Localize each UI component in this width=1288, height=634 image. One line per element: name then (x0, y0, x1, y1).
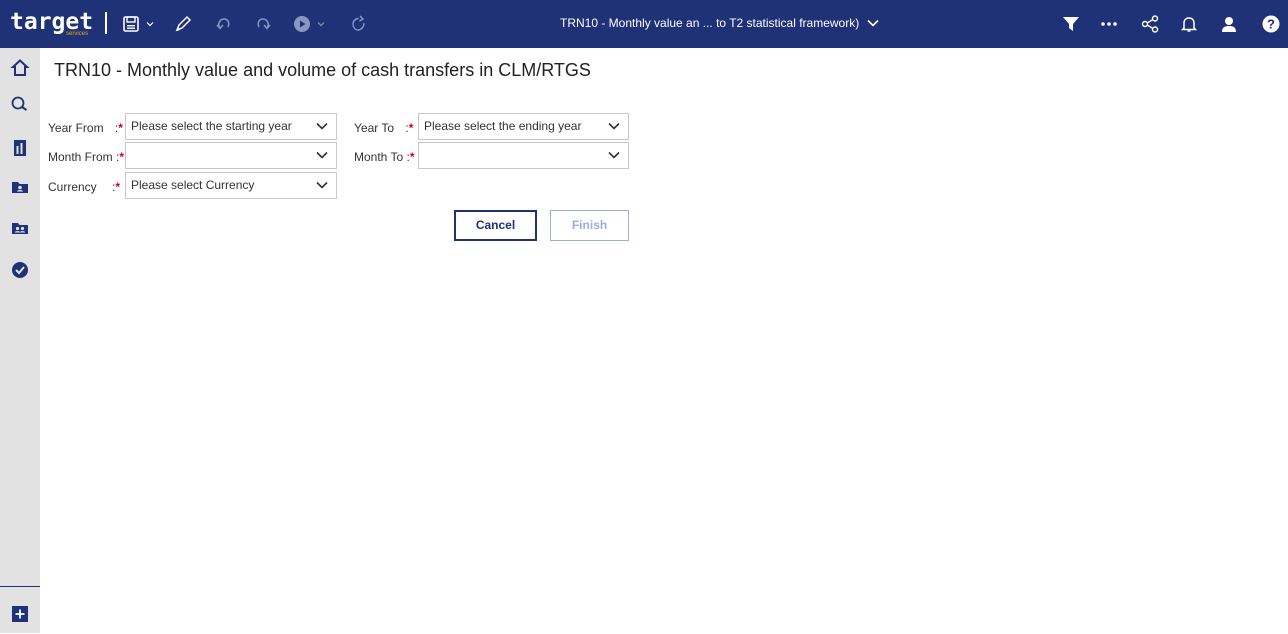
chevron-down-icon (867, 19, 879, 27)
month-to-label: Month To :* (354, 150, 414, 164)
month-to-label-text: Month To : (354, 150, 410, 164)
chevron-down-icon (608, 122, 620, 130)
save-icon[interactable] (122, 12, 140, 36)
required-mark: * (408, 121, 414, 135)
year-from-label: Year From :* (48, 121, 123, 135)
year-from-label-text: Year From (48, 121, 104, 135)
top-bar: target services TRN10 - Monthly value an… (0, 0, 1288, 48)
finish-button[interactable]: Finish (550, 210, 629, 241)
redo-icon[interactable] (253, 12, 273, 36)
required-mark: * (115, 180, 121, 194)
required-mark: * (118, 121, 123, 135)
month-to-select[interactable] (418, 142, 629, 169)
required-mark: * (119, 150, 125, 164)
year-from-placeholder: Please select the starting year (131, 119, 292, 133)
bell-icon[interactable] (1181, 12, 1197, 36)
currency-placeholder: Please select Currency (131, 178, 255, 192)
year-to-select[interactable]: Please select the ending year (418, 113, 629, 140)
chevron-down-icon (316, 181, 328, 189)
year-to-label: Year To :* (354, 121, 413, 135)
edit-icon[interactable] (173, 12, 193, 36)
logo-subtext: services (66, 31, 89, 37)
month-from-label-text: Month From : (48, 150, 120, 164)
user-icon[interactable] (1220, 12, 1238, 36)
chevron-down-icon[interactable] (146, 12, 154, 36)
year-from-select[interactable]: Please select the starting year (125, 113, 337, 140)
folder-user-icon[interactable] (0, 167, 40, 207)
cancel-button[interactable]: Cancel (454, 210, 537, 241)
target-logo: target services (10, 9, 93, 39)
share-icon[interactable] (1141, 12, 1159, 36)
checkmark-icon[interactable] (0, 250, 40, 290)
svg-text:?: ? (1267, 17, 1275, 32)
currency-label: Currency :* (48, 180, 120, 194)
chevron-down-icon (316, 151, 328, 159)
chevron-down-icon (316, 122, 328, 130)
year-to-label-text: Year To (354, 121, 395, 135)
report-title-text: TRN10 - Monthly value an ... to T2 stati… (560, 16, 860, 30)
report-title-dropdown[interactable]: TRN10 - Monthly value an ... to T2 stati… (560, 16, 879, 30)
page-title: TRN10 - Monthly value and volume of cash… (54, 60, 591, 80)
currency-label-text: Currency (48, 180, 97, 194)
undo-icon[interactable] (214, 12, 234, 36)
add-icon[interactable] (0, 594, 40, 634)
chevron-down-icon (608, 151, 620, 159)
month-from-label: Month From :* (48, 150, 124, 164)
currency-select[interactable]: Please select Currency (125, 172, 337, 199)
run-chevron-down-icon[interactable] (317, 12, 325, 36)
search-icon[interactable] (0, 85, 40, 125)
filter-icon[interactable] (1062, 12, 1080, 36)
home-icon[interactable] (0, 48, 40, 88)
run-icon[interactable] (293, 12, 311, 36)
logo-divider (105, 12, 107, 34)
refresh-icon[interactable] (350, 12, 368, 36)
month-from-select[interactable] (125, 142, 337, 169)
more-icon[interactable] (1100, 12, 1118, 36)
help-icon[interactable]: ? (1262, 12, 1280, 36)
year-to-placeholder: Please select the ending year (424, 119, 582, 133)
document-icon[interactable] (0, 128, 40, 168)
folder-group-icon[interactable] (0, 208, 40, 248)
left-sidebar (0, 48, 40, 633)
sidebar-separator (0, 586, 40, 587)
required-mark: * (409, 150, 415, 164)
